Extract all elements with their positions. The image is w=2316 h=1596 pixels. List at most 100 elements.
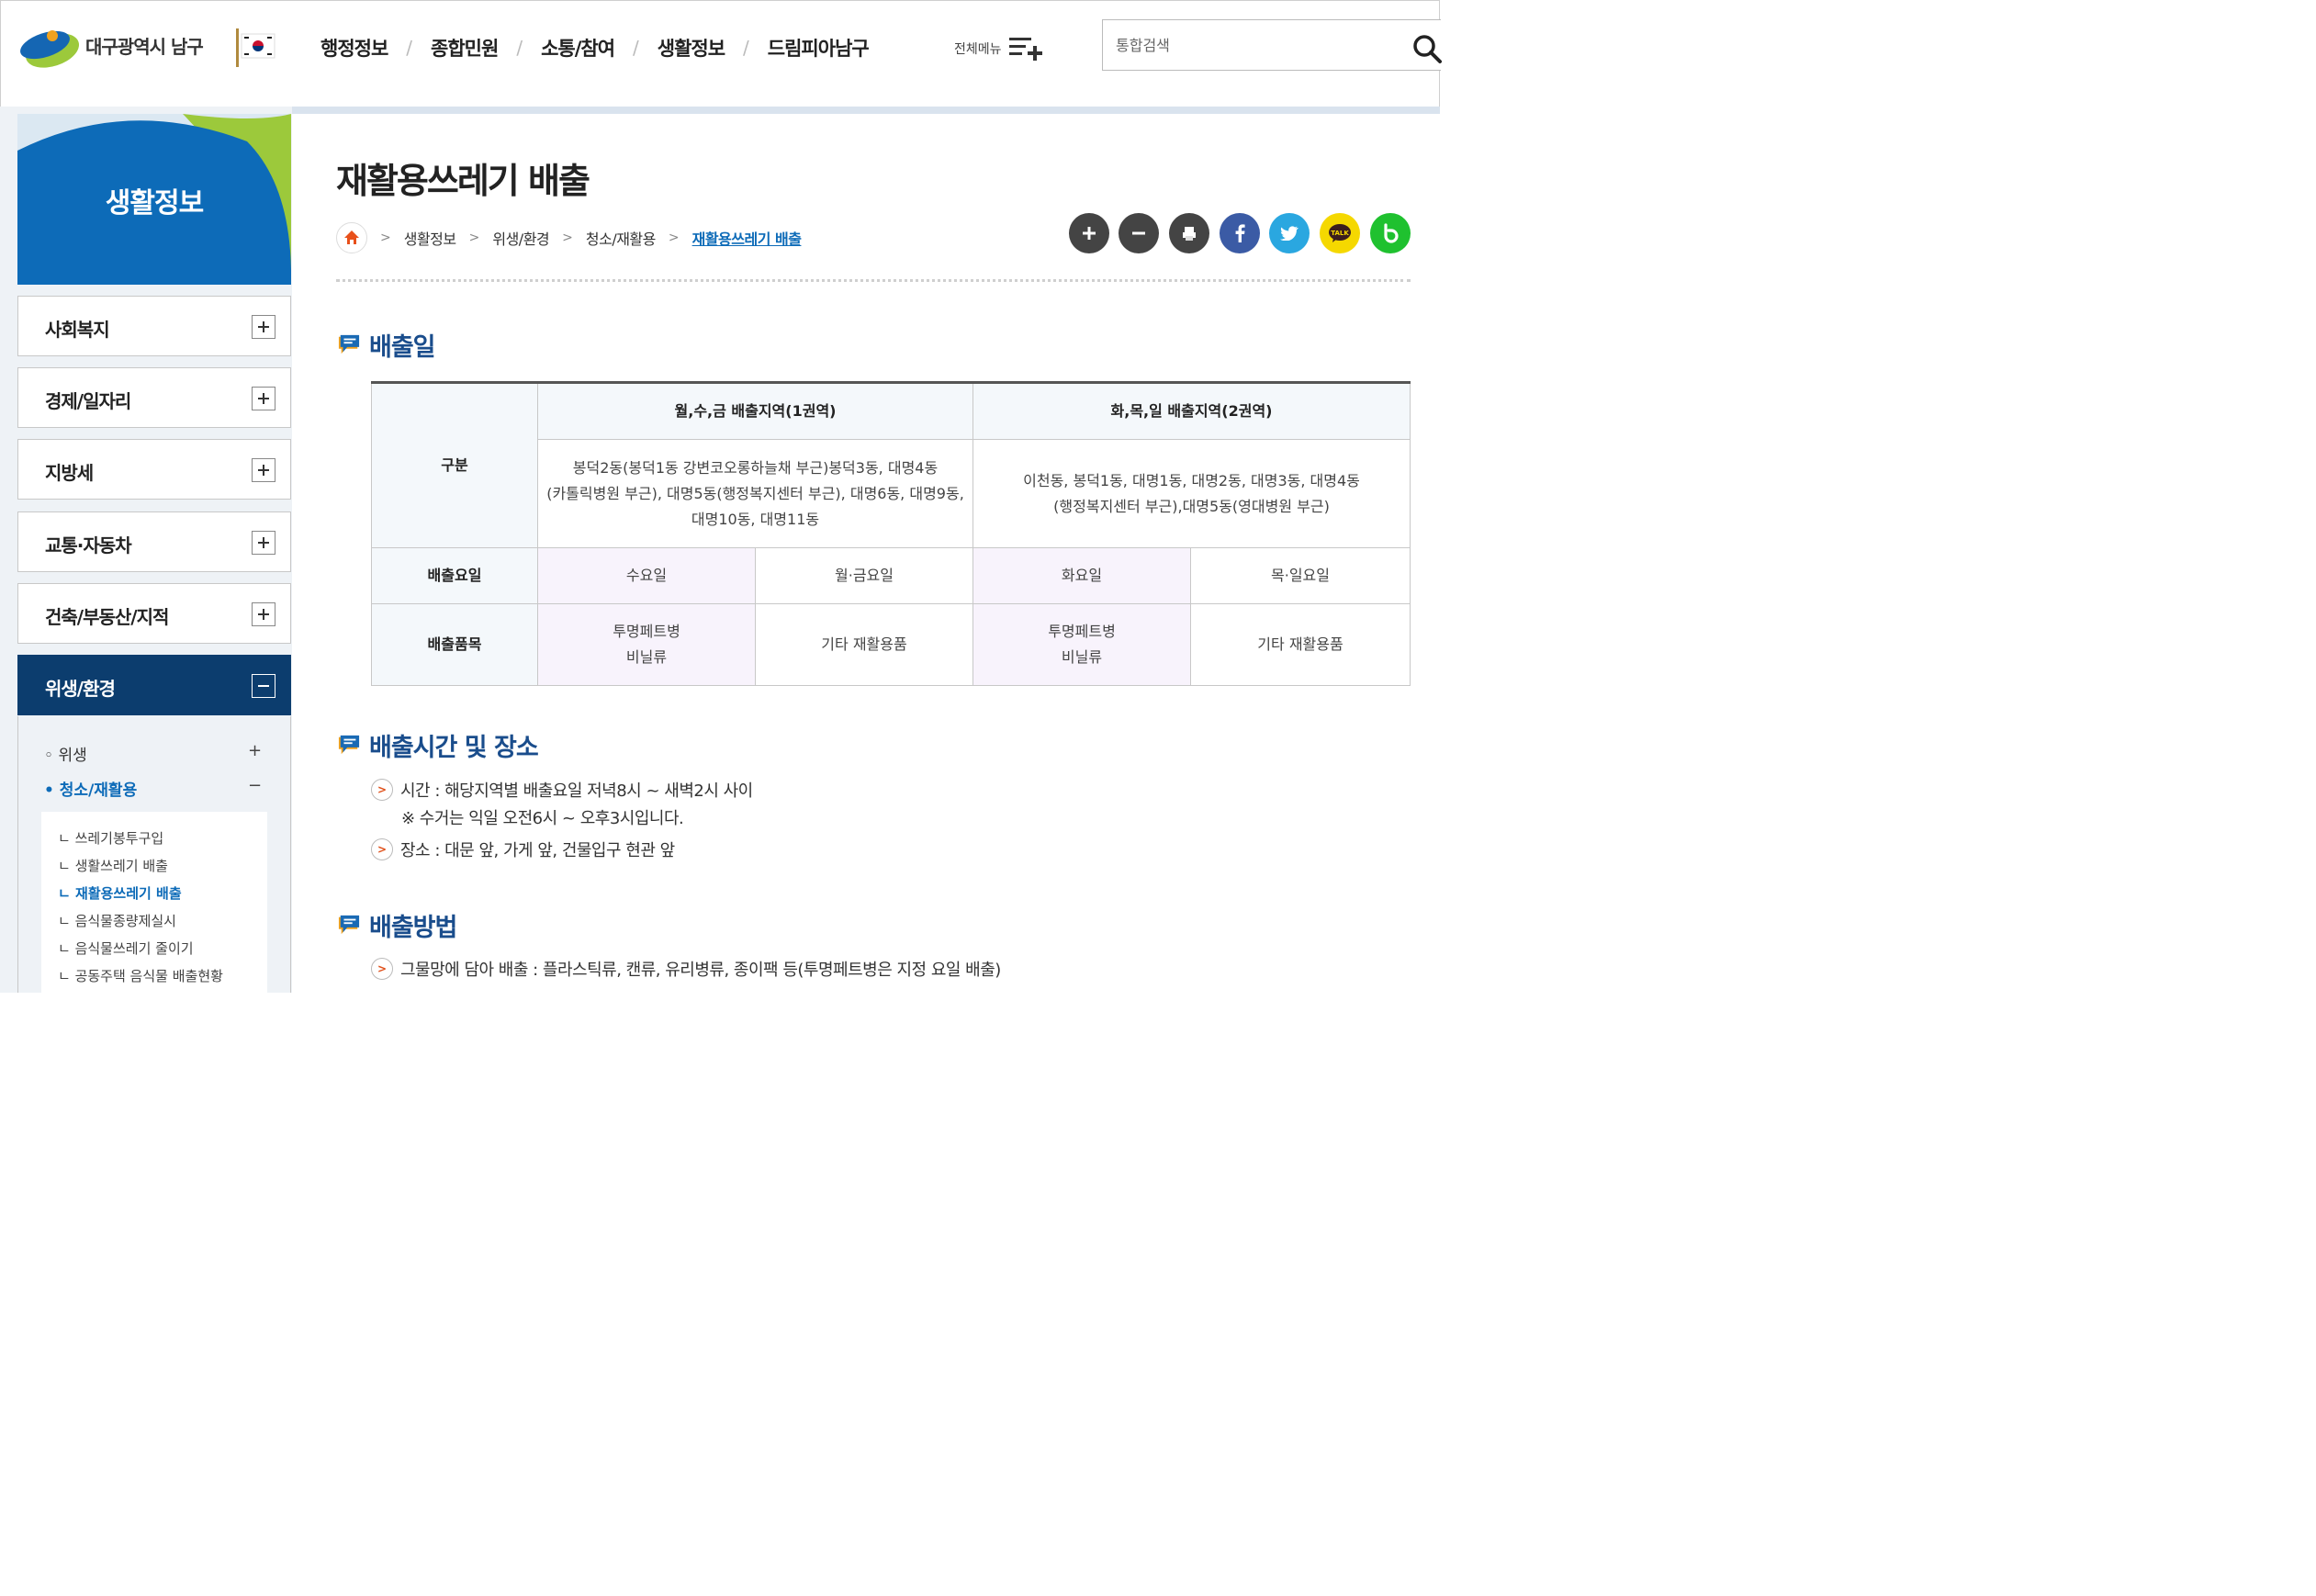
sidebar-title-banner: 생활정보 [17, 114, 291, 285]
nav-admin-info[interactable]: 행정정보 [320, 34, 388, 62]
speech-bubble-icon [338, 915, 360, 934]
sidebar-menu-economy[interactable]: 경제/일자리 [17, 367, 291, 428]
expand-icon[interactable]: + [248, 741, 262, 760]
search-box [1102, 19, 1443, 71]
schedule-table: 구분 월,수,금 배출지역(1권역) 화,목,일 배출지역(2권역) 봉덕2동(… [371, 381, 1411, 686]
area-line: 대명10동, 대명11동 [691, 510, 820, 528]
site-logo[interactable]: 대구광역시 남구 [17, 21, 284, 74]
item-line: 비닐류 [625, 648, 668, 666]
sidebar-menu-label: 건축/부동산/지적 [45, 606, 169, 628]
all-menu-label: 전체메뉴 [954, 42, 1002, 57]
submenu-item-label: 위생 [58, 747, 87, 765]
title-divider [336, 279, 1411, 282]
method-text: 그물망에 담아 배출 : 플라스틱류, 캔류, 유리병류, 종이팩 등(투명페트… [400, 961, 1001, 980]
info-method: > 그물망에 담아 배출 : 플라스틱류, 캔류, 유리병류, 종이팩 등(투명… [371, 957, 1001, 981]
band-share-button[interactable] [1370, 213, 1411, 253]
table-cell: 투명페트병 비닐류 [537, 603, 756, 686]
home-icon[interactable] [336, 222, 367, 253]
item-line: 투명페트병 [1048, 623, 1116, 640]
chevron-right-icon: > [371, 958, 393, 980]
expand-icon[interactable] [252, 315, 275, 339]
table-header-zone1: 월,수,금 배출지역(1권역) [537, 382, 973, 440]
chevron-right-icon: > [562, 230, 573, 245]
house-icon [344, 230, 359, 244]
sidebar-menu-hygiene-env[interactable]: 위생/환경 [17, 655, 291, 715]
expand-icon[interactable] [252, 602, 275, 626]
chevron-right-icon: > [668, 230, 680, 245]
chevron-right-icon: > [380, 230, 391, 245]
breadcrumb-item[interactable]: 청소/재활용 [586, 227, 657, 249]
breadcrumb-current[interactable]: 재활용쓰레기 배출 [692, 227, 802, 249]
submenu-level3: ㄴ 쓰레기봉투구입 ㄴ 생활쓰레기 배출 ㄴ 재활용쓰레기 배출 ㄴ 음식물종량… [41, 812, 267, 993]
nav-life-info[interactable]: 생활정보 [658, 34, 725, 62]
zoom-in-button[interactable] [1069, 213, 1109, 253]
table-cell: 기타 재활용품 [1190, 603, 1411, 686]
collapse-icon[interactable]: − [248, 776, 262, 795]
expand-icon[interactable] [252, 387, 275, 410]
section-title-text: 배출일 [369, 333, 436, 362]
expand-icon[interactable] [252, 458, 275, 482]
submenu3-item[interactable]: ㄴ 음식물쓰레기 줄이기 [58, 938, 194, 958]
search-icon[interactable] [1411, 33, 1443, 64]
submenu3-label: 음식물쓰레기 줄이기 [74, 940, 194, 957]
logo-emblem-icon [20, 30, 80, 68]
submenu-item-cleaning[interactable]: • 청소/재활용 [44, 777, 137, 800]
submenu-item-label: 청소/재활용 [59, 781, 138, 800]
kakaotalk-share-button[interactable]: TALK [1320, 213, 1360, 253]
nav-separator: / [633, 37, 639, 59]
table-cell: 투명페트병 비닐류 [972, 603, 1191, 686]
table-header-zone2: 화,목,일 배출지역(2권역) [972, 382, 1411, 440]
zoom-out-button[interactable] [1119, 213, 1159, 253]
page-title: 재활용쓰레기 배출 [336, 161, 590, 201]
area-line: 봉덕2동(봉덕1동 강변코오롱하늘채 부근)봉덕3동, 대명4동 [572, 458, 939, 477]
sidebar-menu-construction[interactable]: 건축/부동산/지적 [17, 583, 291, 644]
print-button[interactable] [1169, 213, 1209, 253]
submenu3-item[interactable]: ㄴ 음식물종량제실시 [58, 911, 176, 930]
sidebar-menu-welfare[interactable]: 사회복지 [17, 296, 291, 356]
submenu3-item[interactable]: ㄴ 공동주택 음식물 배출현황 [58, 966, 223, 985]
minus-icon [1132, 231, 1145, 235]
sidebar-menu-label: 경제/일자리 [45, 390, 131, 412]
nav-separator: / [743, 37, 749, 59]
section-title-text: 배출방법 [369, 914, 457, 942]
sidebar-menu-local-tax[interactable]: 지방세 [17, 439, 291, 500]
nav-separator: / [516, 37, 523, 59]
breadcrumb-item[interactable]: 위생/환경 [492, 227, 549, 249]
twitter-bird-icon [1280, 226, 1299, 241]
facebook-icon [1235, 224, 1245, 242]
time-note: ※ 수거는 익일 오전6시 ~ 오후3시입니다. [401, 809, 684, 828]
collapse-icon[interactable] [252, 674, 275, 698]
sidebar-menu-traffic[interactable]: 교통·자동차 [17, 511, 291, 572]
table-cell: 수요일 [537, 547, 756, 604]
site-header: 대구광역시 남구 행정정보 / 종합민원 / 소통/참여 / 생활정보 / 드림… [0, 0, 1443, 107]
table-row: 배출품목 투명페트병 비닐류 기타 재활용품 투명페트병 비닐류 기타 재활용품 [371, 603, 1411, 686]
submenu3-item[interactable]: ㄴ 쓰레기봉투구입 [58, 828, 163, 848]
item-line: 투명페트병 [613, 623, 680, 640]
section-title-time-place: 배출시간 및 장소 [336, 727, 539, 763]
breadcrumb-item[interactable]: 생활정보 [404, 227, 456, 249]
twitter-share-button[interactable] [1269, 213, 1310, 253]
nav-civil-service[interactable]: 종합민원 [431, 34, 499, 62]
item-line: 비닐류 [1061, 648, 1103, 666]
taegukgi-icon [236, 28, 275, 67]
nav-communication[interactable]: 소통/참여 [541, 34, 615, 62]
section-title-text: 배출시간 및 장소 [369, 734, 539, 762]
submenu-item-hygiene[interactable]: ◦ 위생 [44, 742, 87, 765]
printer-icon [1183, 227, 1196, 241]
area-line: (행정복지센터 부근),대명5동(영대병원 부근) [1053, 497, 1330, 515]
kakaotalk-icon: TALK [1329, 224, 1351, 242]
speech-bubble-icon [338, 735, 360, 754]
expand-icon[interactable] [252, 531, 275, 555]
submenu3-item-current[interactable]: ㄴ 재활용쓰레기 배출 [58, 883, 182, 903]
menu-plus-icon [1008, 38, 1042, 61]
submenu3-label: 공동주택 음식물 배출현황 [74, 968, 223, 984]
nav-dreampia[interactable]: 드림피아남구 [768, 34, 870, 62]
svg-text:TALK: TALK [1331, 230, 1349, 237]
facebook-share-button[interactable] [1220, 213, 1260, 253]
area-line: 이천동, 봉덕1동, 대명1동, 대명2동, 대명3동, 대명4동 [1023, 471, 1360, 489]
place-text: 장소 : 대문 앞, 가게 앞, 건물입구 현관 앞 [400, 841, 675, 860]
time-text: 시간 : 해당지역별 배출요일 저녁8시 ~ 새벽2시 사이 [400, 781, 753, 801]
all-menu-button[interactable]: 전체메뉴 [954, 36, 1044, 62]
submenu3-item[interactable]: ㄴ 생활쓰레기 배출 [58, 856, 168, 875]
search-input[interactable] [1116, 33, 1391, 57]
